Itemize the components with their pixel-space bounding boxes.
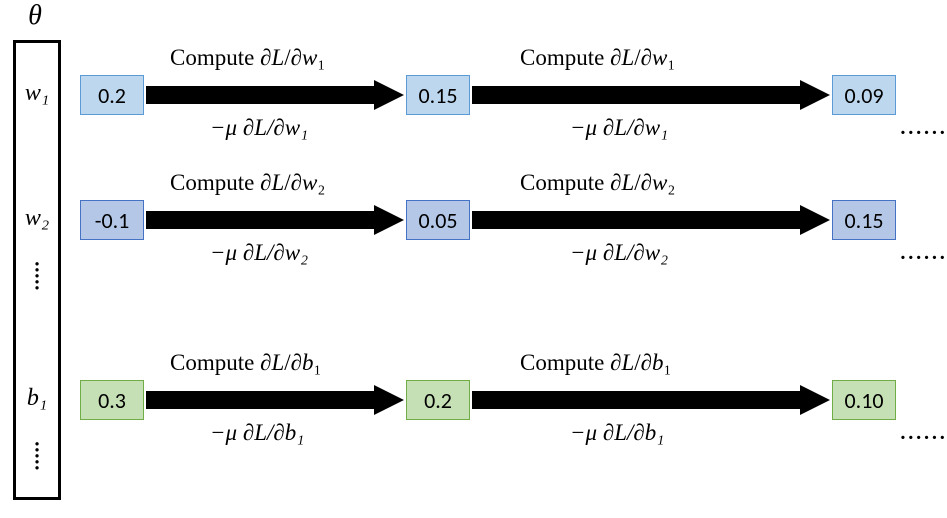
update-label-b1-1: −μ ∂L/∂b₁	[570, 420, 664, 446]
update-label-w2-0: −μ ∂L/∂w₂	[210, 240, 308, 266]
compute-label-b1-0: Compute ∂L/∂b₁	[170, 350, 322, 376]
param-label-b1: b₁	[13, 385, 61, 412]
update-label-w2-1: −μ ∂L/∂w₂	[570, 240, 668, 266]
value-b1-1: 0.2	[406, 380, 470, 420]
arrow-w1-1	[472, 80, 830, 110]
theta-symbol: θ	[0, 0, 70, 32]
compute-label-w1-1: Compute ∂L/∂w₁	[520, 45, 675, 71]
param-label-w2: w₂	[13, 205, 61, 232]
arrow-w1-0	[146, 80, 404, 110]
value-b1-2: 0.10	[832, 380, 896, 420]
arrow-b1-1	[472, 385, 830, 415]
arrow-w2-0	[146, 205, 404, 235]
vdots-2: ·····	[13, 440, 61, 470]
row-b1: 0.3 Compute ∂L/∂b₁ −μ ∂L/∂b₁ 0.2 Compute…	[80, 345, 947, 465]
value-w2-1: 0.05	[406, 200, 470, 240]
arrow-w2-1	[472, 205, 830, 235]
param-label-w1: w₁	[13, 80, 61, 107]
row-w1: 0.2 Compute ∂L/∂w₁ −μ ∂L/∂w₁ 0.15 Comput…	[80, 40, 947, 160]
value-w1-1: 0.15	[406, 75, 470, 115]
value-w1-2: 0.09	[832, 75, 896, 115]
value-w2-2: 0.15	[832, 200, 896, 240]
value-w1-0: 0.2	[80, 75, 144, 115]
update-label-w1-0: −μ ∂L/∂w₁	[210, 115, 308, 141]
ellipsis-w2: ......	[900, 238, 947, 265]
update-label-w1-1: −μ ∂L/∂w₁	[570, 115, 668, 141]
compute-label-w1-0: Compute ∂L/∂w₁	[170, 45, 325, 71]
compute-label-w2-0: Compute ∂L/∂w₂	[170, 170, 325, 196]
compute-label-w2-1: Compute ∂L/∂w₂	[520, 170, 675, 196]
ellipsis-w1: ......	[900, 113, 947, 140]
value-b1-0: 0.3	[80, 380, 144, 420]
vdots-1: ·····	[13, 260, 61, 290]
row-w2: -0.1 Compute ∂L/∂w₂ −μ ∂L/∂w₂ 0.05 Compu…	[80, 165, 947, 285]
update-label-b1-0: −μ ∂L/∂b₁	[210, 420, 304, 446]
arrow-b1-0	[146, 385, 404, 415]
ellipsis-b1: ......	[900, 418, 947, 445]
value-w2-0: -0.1	[80, 200, 144, 240]
compute-label-b1-1: Compute ∂L/∂b₁	[520, 350, 672, 376]
